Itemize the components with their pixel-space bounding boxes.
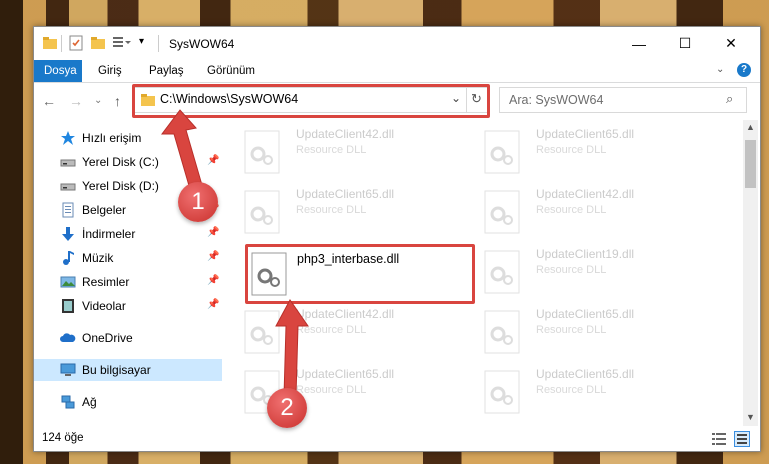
sidebar-item-label: Hızlı erişim <box>82 131 142 145</box>
scroll-down-icon[interactable]: ▼ <box>746 412 755 422</box>
up-arrow-icon[interactable]: ↑ <box>114 93 121 109</box>
file-type: Resource DLL <box>536 384 607 396</box>
file-name: UpdateClient65.dll <box>536 127 635 141</box>
item-count: 124 öğe <box>42 432 84 444</box>
dll-file-icon <box>244 190 280 234</box>
dll-file-icon <box>484 190 520 234</box>
file-item[interactable]: UpdateClient65.dll Resource DLL <box>478 302 698 362</box>
sidebar-item-videos[interactable]: Videolar 📌 <box>34 295 222 317</box>
computer-icon <box>60 362 76 378</box>
file-type: Resource DLL <box>536 324 607 336</box>
pin-icon: 📌 <box>207 251 220 262</box>
file-type: Resource DLL <box>536 144 607 156</box>
properties-icon[interactable] <box>68 35 84 51</box>
sidebar-item-label: Ağ <box>82 395 97 409</box>
recent-locations-icon[interactable]: ⌄ <box>94 95 102 106</box>
folder-icon <box>42 35 58 51</box>
tab-file[interactable]: Dosya <box>34 60 82 82</box>
separator <box>61 35 62 52</box>
search-box[interactable]: Ara: SysWOW64 ⌕ <box>499 87 747 113</box>
sidebar-item-label: Videolar <box>82 299 126 313</box>
sidebar-item-this-pc[interactable]: Bu bilgisayar <box>34 359 222 381</box>
music-icon <box>60 250 76 266</box>
separator <box>158 35 159 52</box>
back-arrow-icon[interactable]: ← <box>42 93 56 109</box>
document-icon <box>60 202 76 218</box>
ribbon: Dosya Giriş Paylaş Görünüm ⌄ ? <box>34 60 760 83</box>
minimize-button[interactable]: — <box>616 27 662 60</box>
dll-file-icon <box>484 250 520 294</box>
sidebar-item-label: Belgeler <box>82 203 127 217</box>
window-title: SysWOW64 <box>169 37 235 51</box>
sidebar-item-downloads[interactable]: İndirmeler 📌 <box>34 223 222 245</box>
sidebar-item-pictures[interactable]: Resimler 📌 <box>34 271 222 293</box>
dll-file-icon <box>244 130 280 174</box>
tab-share[interactable]: Paylaş <box>139 60 194 82</box>
status-bar: 124 öğe <box>34 427 760 451</box>
pin-icon: 📌 <box>207 275 220 286</box>
details-view-icon[interactable] <box>712 433 726 448</box>
file-type: Resource DLL <box>536 204 607 216</box>
file-name: UpdateClient19.dll <box>536 247 635 261</box>
sidebar-item-label: Bu bilgisayar <box>82 363 151 377</box>
sidebar-item-label: Yerel Disk (D:) <box>82 179 159 193</box>
cloud-icon <box>60 330 76 346</box>
sidebar-item-label: Yerel Disk (C:) <box>82 155 159 169</box>
close-button[interactable]: ✕ <box>708 27 754 60</box>
file-name: UpdateClient65.dll <box>536 367 635 381</box>
file-item[interactable]: UpdateClient19.dll Resource DLL <box>478 242 698 302</box>
file-name: UpdateClient65.dll <box>296 187 395 201</box>
sidebar-item-music[interactable]: Müzik 📌 <box>34 247 222 269</box>
file-name: UpdateClient42.dll <box>296 127 395 141</box>
file-highlight <box>245 244 475 304</box>
star-icon <box>60 130 76 146</box>
file-type: Resource DLL <box>296 144 367 156</box>
dll-file-icon <box>484 370 520 414</box>
title-bar: ▾ SysWOW64 — ☐ ✕ <box>34 27 760 60</box>
sidebar-item-label: Resimler <box>82 275 130 289</box>
pin-icon: 📌 <box>207 299 220 310</box>
file-item[interactable]: UpdateClient65.dll Resource DLL <box>238 182 458 242</box>
tab-view[interactable]: Görünüm <box>197 60 265 82</box>
file-name: UpdateClient42.dll <box>536 187 635 201</box>
new-folder-icon[interactable] <box>90 35 106 51</box>
file-item[interactable]: UpdateClient42.dll Resource DLL <box>478 182 698 242</box>
file-type: Resource DLL <box>296 204 367 216</box>
scroll-up-icon[interactable]: ▲ <box>746 122 755 132</box>
file-name: UpdateClient65.dll <box>536 307 635 321</box>
customize-icon[interactable] <box>112 35 131 51</box>
drive-icon <box>60 178 76 194</box>
scroll-thumb[interactable] <box>745 140 756 188</box>
sidebar-item-label: Müzik <box>82 251 114 265</box>
video-icon <box>60 298 76 314</box>
file-item[interactable]: UpdateClient65.dll Resource DLL <box>478 122 698 182</box>
sidebar-item-label: OneDrive <box>82 331 133 345</box>
network-icon <box>60 394 76 410</box>
step-2-badge: 2 <box>267 388 307 428</box>
drive-icon <box>60 154 76 170</box>
dropdown-arrow-icon[interactable]: ▾ <box>139 36 144 47</box>
file-item[interactable]: UpdateClient42.dll Resource DLL <box>238 122 458 182</box>
help-icon[interactable]: ? <box>737 63 751 77</box>
search-icon[interactable]: ⌕ <box>726 91 733 107</box>
dll-file-icon <box>484 130 520 174</box>
download-icon <box>60 226 76 242</box>
file-item[interactable]: UpdateClient65.dll Resource DLL <box>478 362 698 422</box>
vertical-scrollbar[interactable]: ▲ ▼ <box>743 120 758 426</box>
file-type: Resource DLL <box>536 264 607 276</box>
search-input[interactable]: Ara: SysWOW64 <box>509 93 603 107</box>
step-1-badge: 1 <box>178 182 218 222</box>
sidebar-item-label: İndirmeler <box>82 227 136 241</box>
large-icons-view-icon[interactable] <box>734 431 750 447</box>
forward-arrow-icon[interactable]: → <box>69 93 83 109</box>
maximize-button[interactable]: ☐ <box>662 27 708 60</box>
tab-home[interactable]: Giriş <box>88 60 132 82</box>
expand-ribbon-icon[interactable]: ⌄ <box>716 64 724 75</box>
pin-icon: 📌 <box>207 227 220 238</box>
pictures-icon <box>60 274 76 290</box>
dll-file-icon <box>484 310 520 354</box>
sidebar-item-onedrive[interactable]: OneDrive <box>34 327 222 349</box>
sidebar-item-network[interactable]: Ağ <box>34 391 222 413</box>
